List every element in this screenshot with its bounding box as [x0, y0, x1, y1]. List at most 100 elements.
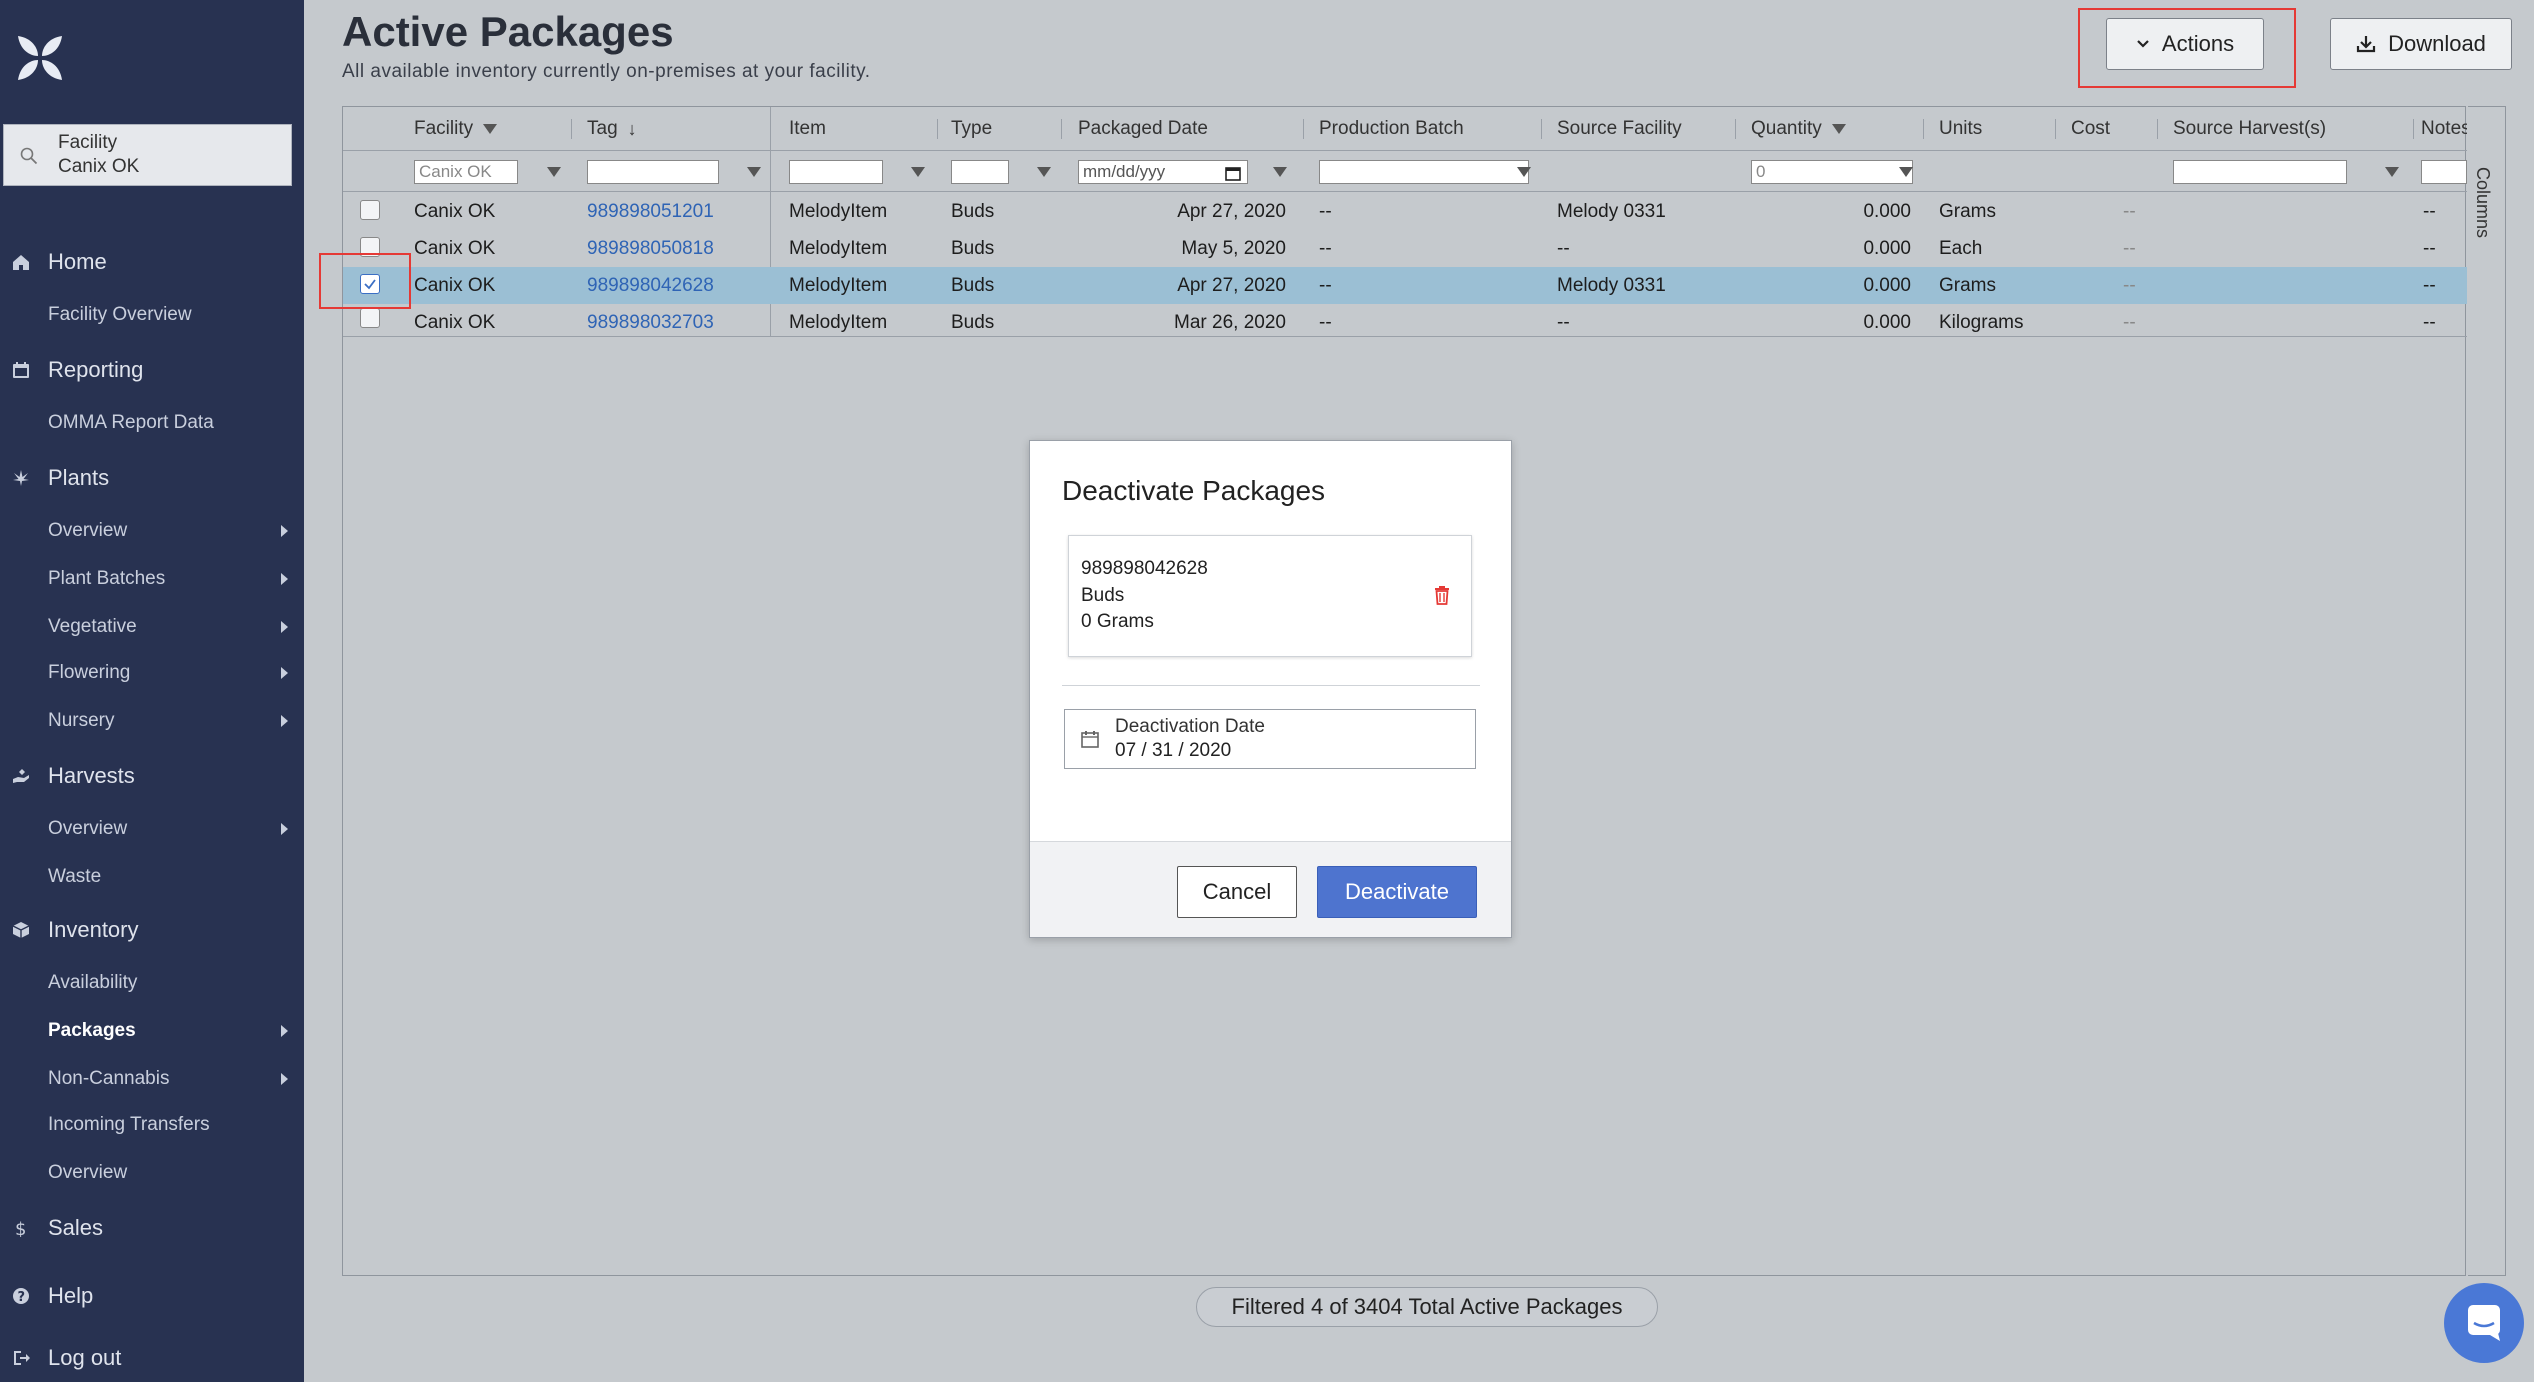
column-header-type[interactable]: Type [951, 107, 992, 151]
column-header-source-harvests[interactable]: Source Harvest(s) [2173, 107, 2326, 151]
column-header-tag[interactable]: Tag ↓ [587, 107, 637, 151]
row-checkbox[interactable] [360, 308, 380, 328]
tag-filter-input[interactable] [587, 160, 719, 184]
deactivate-button[interactable]: Deactivate [1317, 866, 1477, 918]
package-type: Buds [1081, 585, 1125, 606]
chat-button[interactable] [2444, 1283, 2524, 1363]
item-filter-input[interactable] [789, 160, 883, 184]
sidebar-item-incoming-transfers[interactable]: Incoming Transfers [0, 1108, 304, 1142]
filter-icon[interactable] [1273, 167, 1287, 177]
column-header-units[interactable]: Units [1939, 107, 1982, 151]
dialog-title: Deactivate Packages [1062, 475, 1326, 506]
filter-icon[interactable] [1037, 167, 1051, 177]
caret-right-icon [281, 823, 288, 835]
caret-right-icon [281, 1073, 288, 1085]
package-quantity: 0 Grams [1081, 611, 1154, 632]
filter-row: Canix OK mm/dd/yyy 0 [343, 151, 2467, 192]
calendar-icon [1081, 731, 1099, 748]
tag-link[interactable]: 989898051201 [587, 193, 714, 230]
caret-right-icon [281, 621, 288, 633]
column-header-facility[interactable]: Facility [414, 107, 498, 151]
type-filter-input[interactable] [951, 160, 1009, 184]
sidebar-item-packages[interactable]: Packages [0, 1014, 304, 1048]
filter-icon[interactable] [2385, 167, 2399, 177]
tag-link[interactable]: 989898042628 [587, 267, 714, 304]
row-checkbox[interactable] [360, 200, 380, 220]
column-header-notes[interactable]: Notes [2421, 107, 2467, 151]
facility-filter-input[interactable]: Canix OK [414, 160, 518, 184]
deactivation-date-field[interactable]: Deactivation Date 07 / 31 / 2020 [1064, 709, 1476, 769]
sidebar-section-home[interactable]: Home [0, 242, 304, 282]
deactivation-date-value[interactable]: 07 / 31 / 2020 [1115, 740, 1231, 762]
sidebar-item-vegetative[interactable]: Vegetative [0, 610, 304, 644]
filter-icon[interactable] [747, 167, 761, 177]
sidebar-section-harvests[interactable]: Harvests [0, 756, 304, 796]
facility-label: Facility [58, 132, 118, 153]
sidebar-item-availability[interactable]: Availability [0, 966, 304, 1000]
filter-summary: Filtered 4 of 3404 Total Active Packages [1196, 1287, 1658, 1327]
actions-button[interactable]: Actions [2106, 18, 2264, 70]
column-header-packaged-date[interactable]: Packaged Date [1078, 107, 1208, 151]
column-header-source-facility[interactable]: Source Facility [1557, 107, 1682, 151]
sidebar-section-reporting[interactable]: Reporting [0, 350, 304, 390]
calendar-icon[interactable] [1225, 165, 1241, 181]
chevron-down-icon [2137, 40, 2149, 48]
sidebar-item-waste[interactable]: Waste [0, 860, 304, 894]
columns-panel-toggle[interactable]: Columns [2468, 106, 2506, 1276]
sidebar-item-nursery[interactable]: Nursery [0, 704, 304, 738]
canix-logo-icon[interactable] [14, 32, 66, 84]
dollar-icon: $ [15, 1219, 26, 1237]
filter-icon[interactable] [547, 167, 561, 177]
table-row[interactable]: Canix OK 989898050818 MelodyItem Buds Ma… [343, 230, 2467, 267]
caret-right-icon [281, 525, 288, 537]
download-button[interactable]: Download [2330, 18, 2512, 70]
chat-icon [2468, 1305, 2500, 1341]
sidebar-item-inventory-overview[interactable]: Overview [0, 1156, 304, 1190]
home-icon [13, 255, 29, 270]
column-header-production-batch[interactable]: Production Batch [1319, 107, 1464, 151]
table-row-selected[interactable]: Canix OK 989898042628 MelodyItem Buds Ap… [343, 267, 2467, 304]
sidebar-section-logout[interactable]: Log out [0, 1338, 304, 1378]
sidebar-item-facility-overview[interactable]: Facility Overview [0, 298, 304, 332]
harvest-hand-icon [13, 769, 29, 783]
filter-icon[interactable] [1899, 167, 1913, 177]
caret-right-icon [281, 667, 288, 679]
filter-icon[interactable] [483, 124, 498, 134]
column-header-cost[interactable]: Cost [2071, 107, 2110, 151]
sidebar-item-harvests-overview[interactable]: Overview [0, 812, 304, 846]
notes-filter-input[interactable] [2421, 160, 2467, 184]
filter-icon[interactable] [1831, 124, 1846, 134]
trash-icon[interactable] [1434, 585, 1450, 605]
facility-selector[interactable]: Facility Canix OK [3, 124, 292, 186]
packaged-date-filter-input[interactable]: mm/dd/yyy [1078, 160, 1248, 184]
facility-value: Canix OK [58, 156, 140, 177]
dialog-footer: Cancel Deactivate [1030, 841, 1511, 937]
package-card: 989898042628 Buds 0 Grams [1068, 535, 1472, 657]
column-header-item[interactable]: Item [789, 107, 826, 151]
caret-right-icon [281, 715, 288, 727]
highlight-box-checkbox [319, 253, 411, 309]
package-tag: 989898042628 [1081, 558, 1208, 579]
sidebar-item-omma-report-data[interactable]: OMMA Report Data [0, 406, 304, 440]
sidebar-section-inventory[interactable]: Inventory [0, 910, 304, 950]
filter-icon[interactable] [1517, 167, 1531, 177]
quantity-filter-input[interactable]: 0 [1751, 160, 1913, 184]
caret-right-icon [281, 1025, 288, 1037]
sidebar-item-plants-overview[interactable]: Overview [0, 514, 304, 548]
column-header-quantity[interactable]: Quantity [1751, 107, 1846, 151]
sidebar: Facility Canix OK Home Facility Overview… [0, 0, 304, 1382]
sidebar-section-plants[interactable]: Plants [0, 458, 304, 498]
production-batch-filter-input[interactable] [1319, 160, 1529, 184]
sidebar-item-plant-batches[interactable]: Plant Batches [0, 562, 304, 596]
sidebar-item-flowering[interactable]: Flowering [0, 656, 304, 690]
cannabis-leaf-icon [13, 470, 29, 486]
table-row[interactable]: Canix OK 989898051201 MelodyItem Buds Ap… [343, 193, 2467, 230]
sidebar-section-sales[interactable]: $ Sales [0, 1208, 304, 1248]
logout-icon [14, 1351, 30, 1365]
filter-icon[interactable] [911, 167, 925, 177]
source-harvest-filter-input[interactable] [2173, 160, 2347, 184]
sidebar-section-help[interactable]: ? Help [0, 1276, 304, 1316]
sidebar-item-non-cannabis[interactable]: Non-Cannabis [0, 1062, 304, 1096]
cancel-button[interactable]: Cancel [1177, 866, 1297, 918]
tag-link[interactable]: 989898050818 [587, 230, 714, 267]
